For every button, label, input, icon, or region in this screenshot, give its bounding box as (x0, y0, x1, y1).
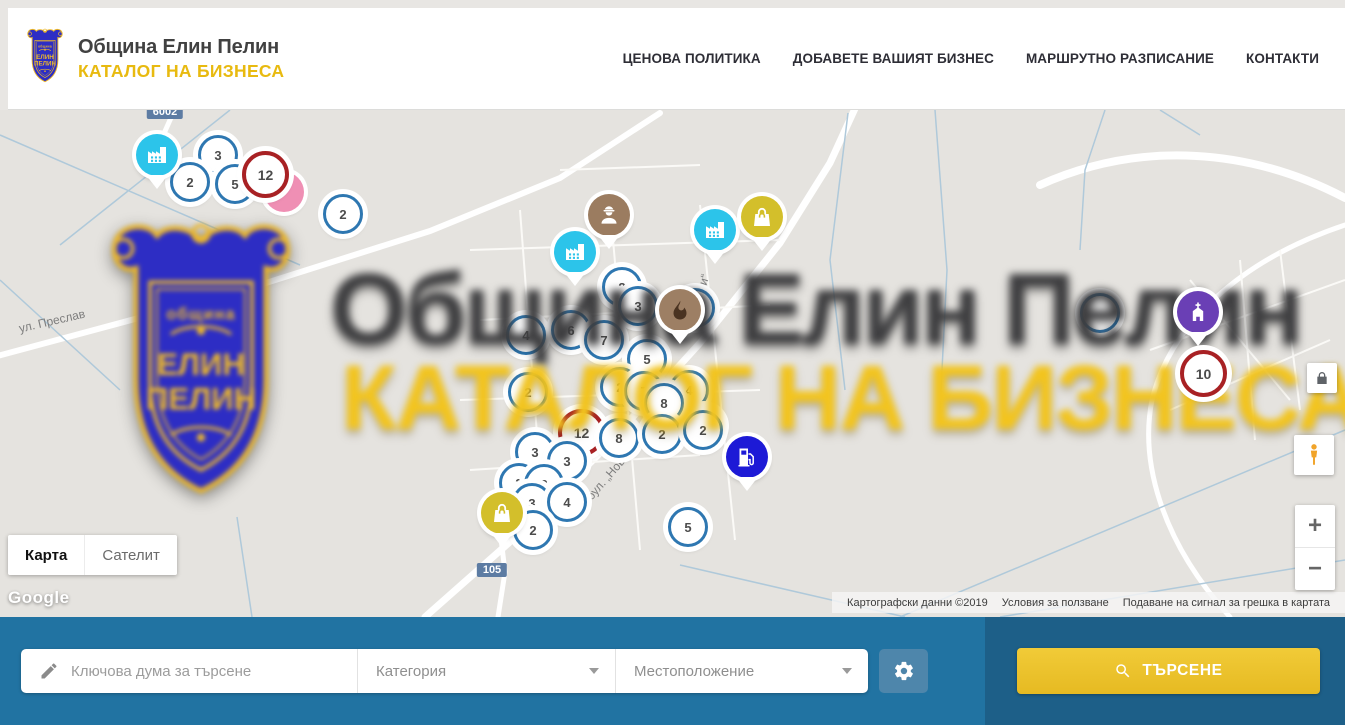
cluster-marker[interactable]: 8 (599, 418, 639, 458)
pegman-button[interactable] (1294, 435, 1334, 475)
cluster-marker[interactable]: 2 (508, 372, 548, 412)
fuel-pin-marker[interactable] (726, 436, 768, 478)
chevron-down-icon (589, 668, 599, 674)
factory-pin-marker[interactable] (136, 134, 178, 176)
pegman-icon (1301, 442, 1327, 468)
search-bar: Категория Местоположение ТЪРСЕНЕ (0, 617, 1345, 725)
zoom-out-button[interactable]: − (1295, 548, 1335, 590)
header: община ЕЛИНПЕЛИН Община Елин Пелин КАТАЛО… (8, 8, 1345, 110)
gear-icon (893, 660, 915, 682)
location-select-value: Местоположение (634, 663, 754, 680)
lock-button[interactable] (1307, 363, 1337, 393)
pin-tail (736, 477, 758, 491)
cluster-marker[interactable]: 4 (547, 482, 587, 522)
pin-tail (564, 272, 586, 286)
attribution-text: Картографски данни ©2019 (840, 597, 995, 609)
map-attribution: Картографски данни ©2019Условия за ползв… (832, 592, 1345, 613)
church-pin-marker[interactable] (1177, 291, 1219, 333)
pin-tail (598, 235, 620, 249)
cluster-marker[interactable]: 12 (242, 151, 289, 198)
cluster-marker[interactable]: 5 (668, 507, 708, 547)
bag-pin-marker[interactable] (741, 196, 783, 238)
site-title: Община Елин Пелин (78, 36, 284, 59)
worker-pin-marker[interactable] (588, 194, 630, 236)
cluster-marker[interactable]: 2 (683, 410, 723, 450)
attribution-link[interactable]: Подаване на сигнал за грешка в картата (1116, 597, 1337, 609)
search-submit-label: ТЪРСЕНЕ (1142, 662, 1222, 680)
pin-tail (146, 175, 168, 189)
attribution-link[interactable]: Условия за ползване (995, 597, 1116, 609)
zoom-in-button[interactable]: + (1295, 505, 1335, 548)
google-logo[interactable]: Google (8, 588, 70, 608)
advanced-settings-button[interactable] (879, 649, 928, 693)
cluster-marker[interactable]: 4 (506, 315, 546, 355)
search-icon (1114, 662, 1132, 680)
map-type-satellite-button[interactable]: Сателит (84, 535, 177, 575)
map-canvas[interactable]: 6002105ул. Преславбул. „Новоселци“ 32512… (0, 110, 1345, 617)
road-label: 105 (477, 563, 507, 577)
main-nav: ЦЕНОВА ПОЛИТИКА ДОБАВЕТЕ ВАШИЯТ БИЗНЕС МАР… (623, 51, 1319, 66)
keyword-input[interactable] (71, 663, 301, 680)
map-type-map-button[interactable]: Карта (8, 535, 84, 575)
padlock-icon (1314, 370, 1330, 386)
cluster-marker[interactable]: 2 (323, 194, 363, 234)
cluster-marker[interactable]: 7 (584, 320, 624, 360)
pin-tail (669, 330, 691, 344)
map-type-control: Карта Сателит (8, 535, 177, 575)
flame-pin-marker[interactable] (659, 289, 701, 331)
page: община ЕЛИНПЕЛИН Община Елин Пелин КАТАЛО… (0, 0, 1345, 725)
zoom-control: + − (1295, 505, 1335, 590)
svg-text:община: община (38, 45, 52, 49)
factory-pin-marker[interactable] (554, 231, 596, 273)
category-select[interactable]: Категория (357, 649, 615, 693)
pin-tail (1187, 332, 1209, 346)
site-logo[interactable]: община ЕЛИНПЕЛИН Община Елин Пелин КАТАЛО… (22, 27, 284, 90)
pencil-icon (39, 661, 59, 681)
pin-tail (491, 533, 513, 547)
logo-text: Община Елин Пелин КАТАЛОГ НА БИЗНЕСА (78, 36, 284, 82)
keyword-field[interactable] (21, 649, 357, 693)
nav-item-3[interactable]: КОНТАКТИ (1246, 51, 1319, 66)
cluster-marker[interactable] (1080, 293, 1120, 333)
factory-pin-marker[interactable] (694, 209, 736, 251)
site-subtitle: КАТАЛОГ НА БИЗНЕСА (78, 61, 284, 82)
nav-item-2[interactable]: МАРШРУТНО РАЗПИСАНИЕ (1026, 51, 1214, 66)
cluster-marker[interactable]: 2 (170, 162, 210, 202)
search-submit-button[interactable]: ТЪРСЕНЕ (1017, 648, 1320, 694)
cluster-marker[interactable]: 3 (618, 286, 658, 326)
search-fields: Категория Местоположение (21, 649, 868, 693)
pin-tail (751, 237, 773, 251)
road-label: 6002 (147, 110, 183, 119)
cluster-marker[interactable]: 2 (642, 414, 682, 454)
chevron-down-icon (842, 668, 852, 674)
cluster-marker[interactable]: 10 (1180, 350, 1227, 397)
bag-pin-marker[interactable] (481, 492, 523, 534)
svg-text:ЕЛИН: ЕЛИН (36, 54, 54, 61)
municipality-crest-icon: община ЕЛИНПЕЛИН (22, 27, 68, 90)
nav-item-0[interactable]: ЦЕНОВА ПОЛИТИКА (623, 51, 761, 66)
location-select[interactable]: Местоположение (615, 649, 868, 693)
svg-text:ПЕЛИН: ПЕЛИН (34, 61, 56, 68)
nav-item-1[interactable]: ДОБАВЕТЕ ВАШИЯТ БИЗНЕС (793, 51, 994, 66)
category-select-value: Категория (376, 663, 446, 680)
pin-tail (704, 250, 726, 264)
